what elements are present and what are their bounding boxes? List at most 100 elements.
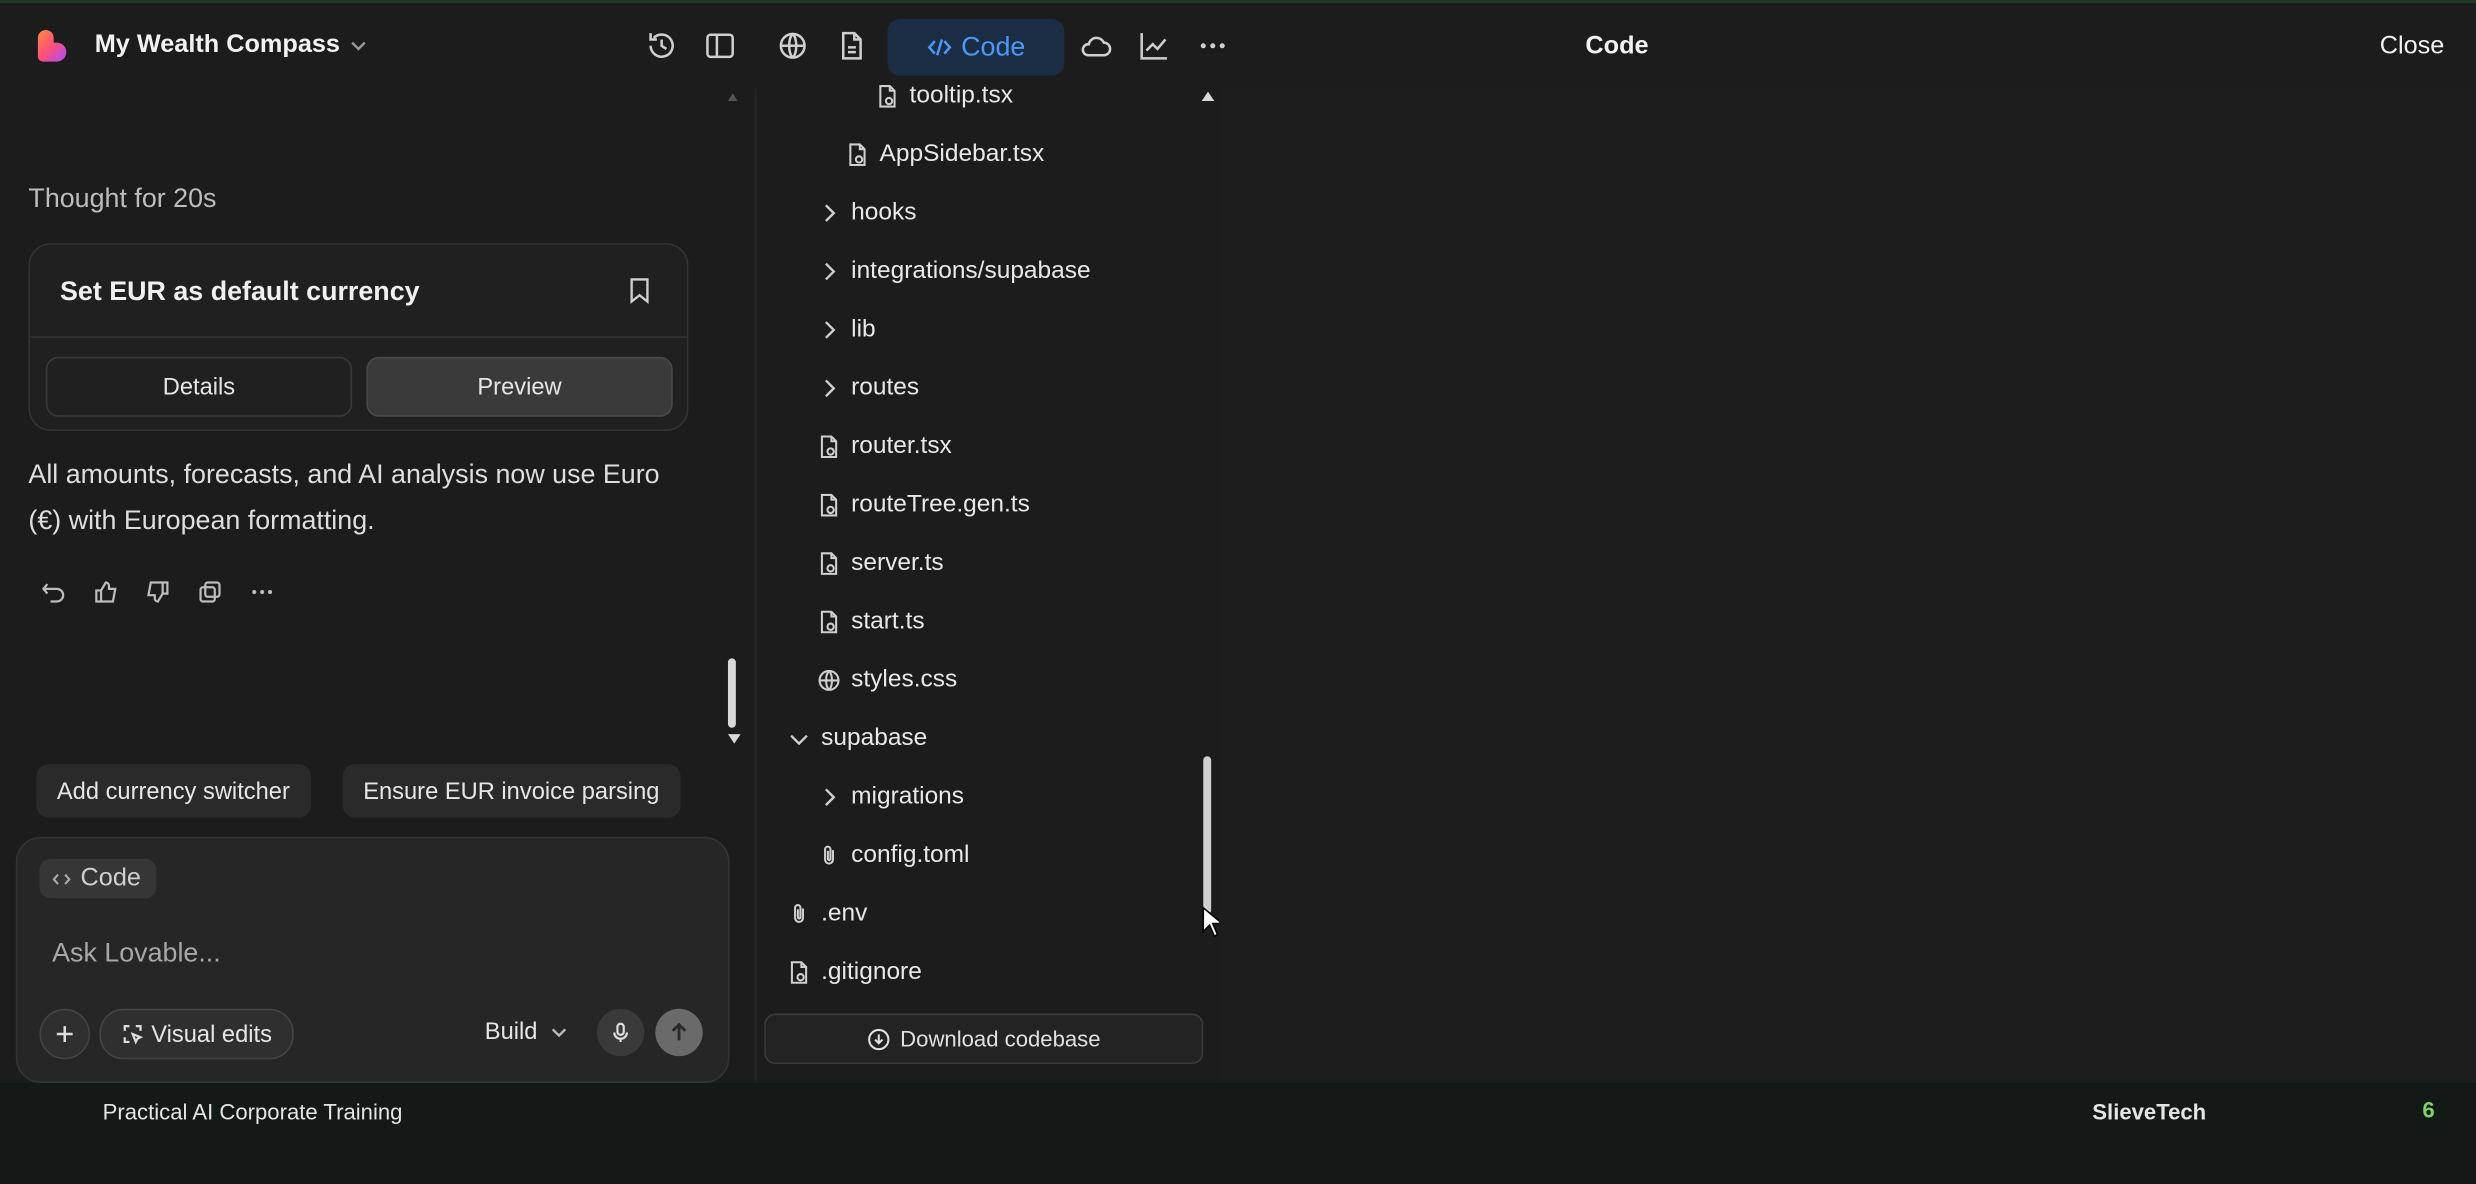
- tree-scrollbar-thumb[interactable]: [1203, 756, 1212, 915]
- microphone-icon: [610, 1021, 632, 1043]
- tree-file-item[interactable]: AppSidebar.tsx: [845, 125, 1044, 183]
- visual-edits-label: Visual edits: [151, 1020, 272, 1048]
- send-button[interactable]: [655, 1008, 703, 1057]
- build-mode-dropdown[interactable]: Build: [485, 1018, 569, 1045]
- bottom-bar: Practical AI Corporate Training SlieveTe…: [0, 1082, 2476, 1184]
- globe-icon: [816, 667, 851, 692]
- file-icon: [816, 492, 851, 517]
- more-options-icon[interactable]: [1195, 28, 1230, 63]
- build-mode-label: Build: [484, 1018, 538, 1046]
- tab-code-label: Code: [961, 31, 1026, 62]
- change-card: Set EUR as default currency Details Prev…: [28, 243, 689, 431]
- tree-file-item[interactable]: router.tsx: [816, 417, 952, 475]
- mode-chip-label: Code: [80, 864, 141, 892]
- code-editor-area[interactable]: [1219, 88, 2476, 1083]
- cloud-icon[interactable]: [1079, 28, 1114, 63]
- chevron-down-icon: [349, 36, 368, 55]
- tree-item-label: server.ts: [851, 548, 944, 576]
- download-codebase-button[interactable]: Download codebase: [764, 1013, 1204, 1065]
- bookmark-icon[interactable]: [627, 276, 652, 304]
- tree-item-label: routeTree.gen.ts: [851, 490, 1030, 518]
- code-brackets-icon: [926, 35, 951, 60]
- tree-file-item[interactable]: start.ts: [816, 592, 925, 650]
- sidebar-toggle-icon[interactable]: [703, 28, 738, 63]
- mode-chip[interactable]: Code: [39, 858, 157, 899]
- preview-button[interactable]: Preview: [366, 356, 673, 417]
- tree-folder-item[interactable]: hooks: [816, 183, 916, 241]
- chat-input-box: Code Ask Lovable... Visual edits Build: [15, 836, 730, 1083]
- globe-icon[interactable]: [775, 28, 810, 63]
- paperclip-icon: [786, 901, 821, 926]
- file-icon: [786, 959, 821, 984]
- project-name-dropdown[interactable]: My Wealth Compass: [95, 32, 369, 60]
- tree-file-item[interactable]: styles.css: [816, 650, 957, 708]
- chat-scroll-down-arrow[interactable]: [727, 734, 741, 744]
- footer-left-text: Practical AI Corporate Training: [102, 1098, 403, 1125]
- change-card-title: Set EUR as default currency: [60, 276, 420, 307]
- lovable-logo[interactable]: [35, 27, 73, 65]
- add-attachment-button[interactable]: [39, 1008, 91, 1060]
- thumbs-down-icon[interactable]: [145, 579, 170, 604]
- tree-file-item[interactable]: server.ts: [816, 534, 944, 592]
- tree-item-label: styles.css: [851, 665, 958, 693]
- tree-item-label: start.ts: [851, 607, 925, 634]
- tree-scroll-up-arrow[interactable]: [1201, 91, 1215, 102]
- assistant-message-line: (€) with European formatting.: [28, 505, 375, 536]
- tree-item-label: routes: [851, 373, 920, 401]
- thumbs-up-icon[interactable]: [93, 579, 118, 604]
- file-icon: [816, 609, 851, 634]
- tree-item-label: lib: [851, 314, 876, 342]
- chevron-right-icon: [816, 784, 851, 809]
- message-actions: [41, 579, 275, 604]
- file-icon: [816, 433, 851, 458]
- tree-folder-item[interactable]: lib: [816, 300, 876, 358]
- visual-edits-button[interactable]: Visual edits: [99, 1008, 294, 1060]
- tree-item-label: migrations: [851, 782, 965, 810]
- chat-scrollbar-thumb[interactable]: [727, 658, 736, 728]
- tree-folder-item[interactable]: supabase: [786, 709, 927, 767]
- file-icon[interactable]: [834, 28, 869, 63]
- file-icon: [816, 550, 851, 575]
- download-codebase-label: Download codebase: [900, 1026, 1101, 1052]
- copy-icon[interactable]: [197, 579, 222, 604]
- tree-item-label: hooks: [851, 198, 917, 225]
- chevron-right-icon: [816, 375, 851, 400]
- tree-item-label: router.tsx: [851, 431, 952, 459]
- file-tree-panel: tooltip.tsx AppSidebar.tsx hooks integratio…: [754, 81, 1224, 1083]
- history-icon[interactable]: [644, 28, 679, 63]
- chevron-right-icon: [816, 258, 851, 283]
- analytics-icon[interactable]: [1137, 28, 1172, 63]
- card-divider: [30, 336, 687, 338]
- more-options-icon[interactable]: [249, 579, 274, 604]
- tree-file-item[interactable]: .gitignore: [786, 942, 922, 1000]
- tree-item-label: tooltip.tsx: [909, 81, 1013, 109]
- panel-title: Code: [1585, 33, 1649, 60]
- tree-file-item[interactable]: config.toml: [816, 826, 969, 884]
- suggestion-chip[interactable]: Add currency switcher: [36, 764, 311, 818]
- details-button[interactable]: Details: [45, 356, 353, 417]
- close-button[interactable]: Close: [2380, 33, 2445, 61]
- tree-folder-item[interactable]: integrations/supabase: [816, 242, 1091, 300]
- suggestion-chip[interactable]: Ensure EUR invoice parsing: [342, 764, 680, 818]
- chat-panel: Thought for 20s Set EUR as default curre…: [0, 88, 751, 1083]
- footer-right-number: 6: [2422, 1097, 2435, 1123]
- tree-folder-item[interactable]: routes: [816, 358, 919, 416]
- chat-scroll-up-arrow[interactable]: [727, 93, 738, 102]
- download-icon: [867, 1027, 891, 1051]
- tree-file-item[interactable]: .env: [786, 884, 867, 942]
- tree-file-item[interactable]: routeTree.gen.ts: [816, 475, 1030, 533]
- chat-input[interactable]: Ask Lovable...: [52, 938, 221, 970]
- microphone-button[interactable]: [596, 1008, 645, 1057]
- tree-item-label: supabase: [821, 723, 928, 751]
- footer-center-text: SlieveTech: [2092, 1098, 2207, 1125]
- tree-folder-item[interactable]: migrations: [816, 767, 964, 825]
- arrow-up-icon: [668, 1021, 690, 1043]
- undo-icon[interactable]: [41, 579, 66, 604]
- top-bar: My Wealth Compass Code Code Close: [0, 0, 2476, 89]
- chevron-down-icon: [786, 725, 821, 750]
- thought-label[interactable]: Thought for 20s: [28, 183, 216, 215]
- tree-item-label: integrations/supabase: [851, 256, 1091, 284]
- tree-item-label: config.toml: [851, 840, 970, 868]
- file-icon: [875, 83, 910, 108]
- tree-file-item[interactable]: tooltip.tsx: [875, 66, 1013, 124]
